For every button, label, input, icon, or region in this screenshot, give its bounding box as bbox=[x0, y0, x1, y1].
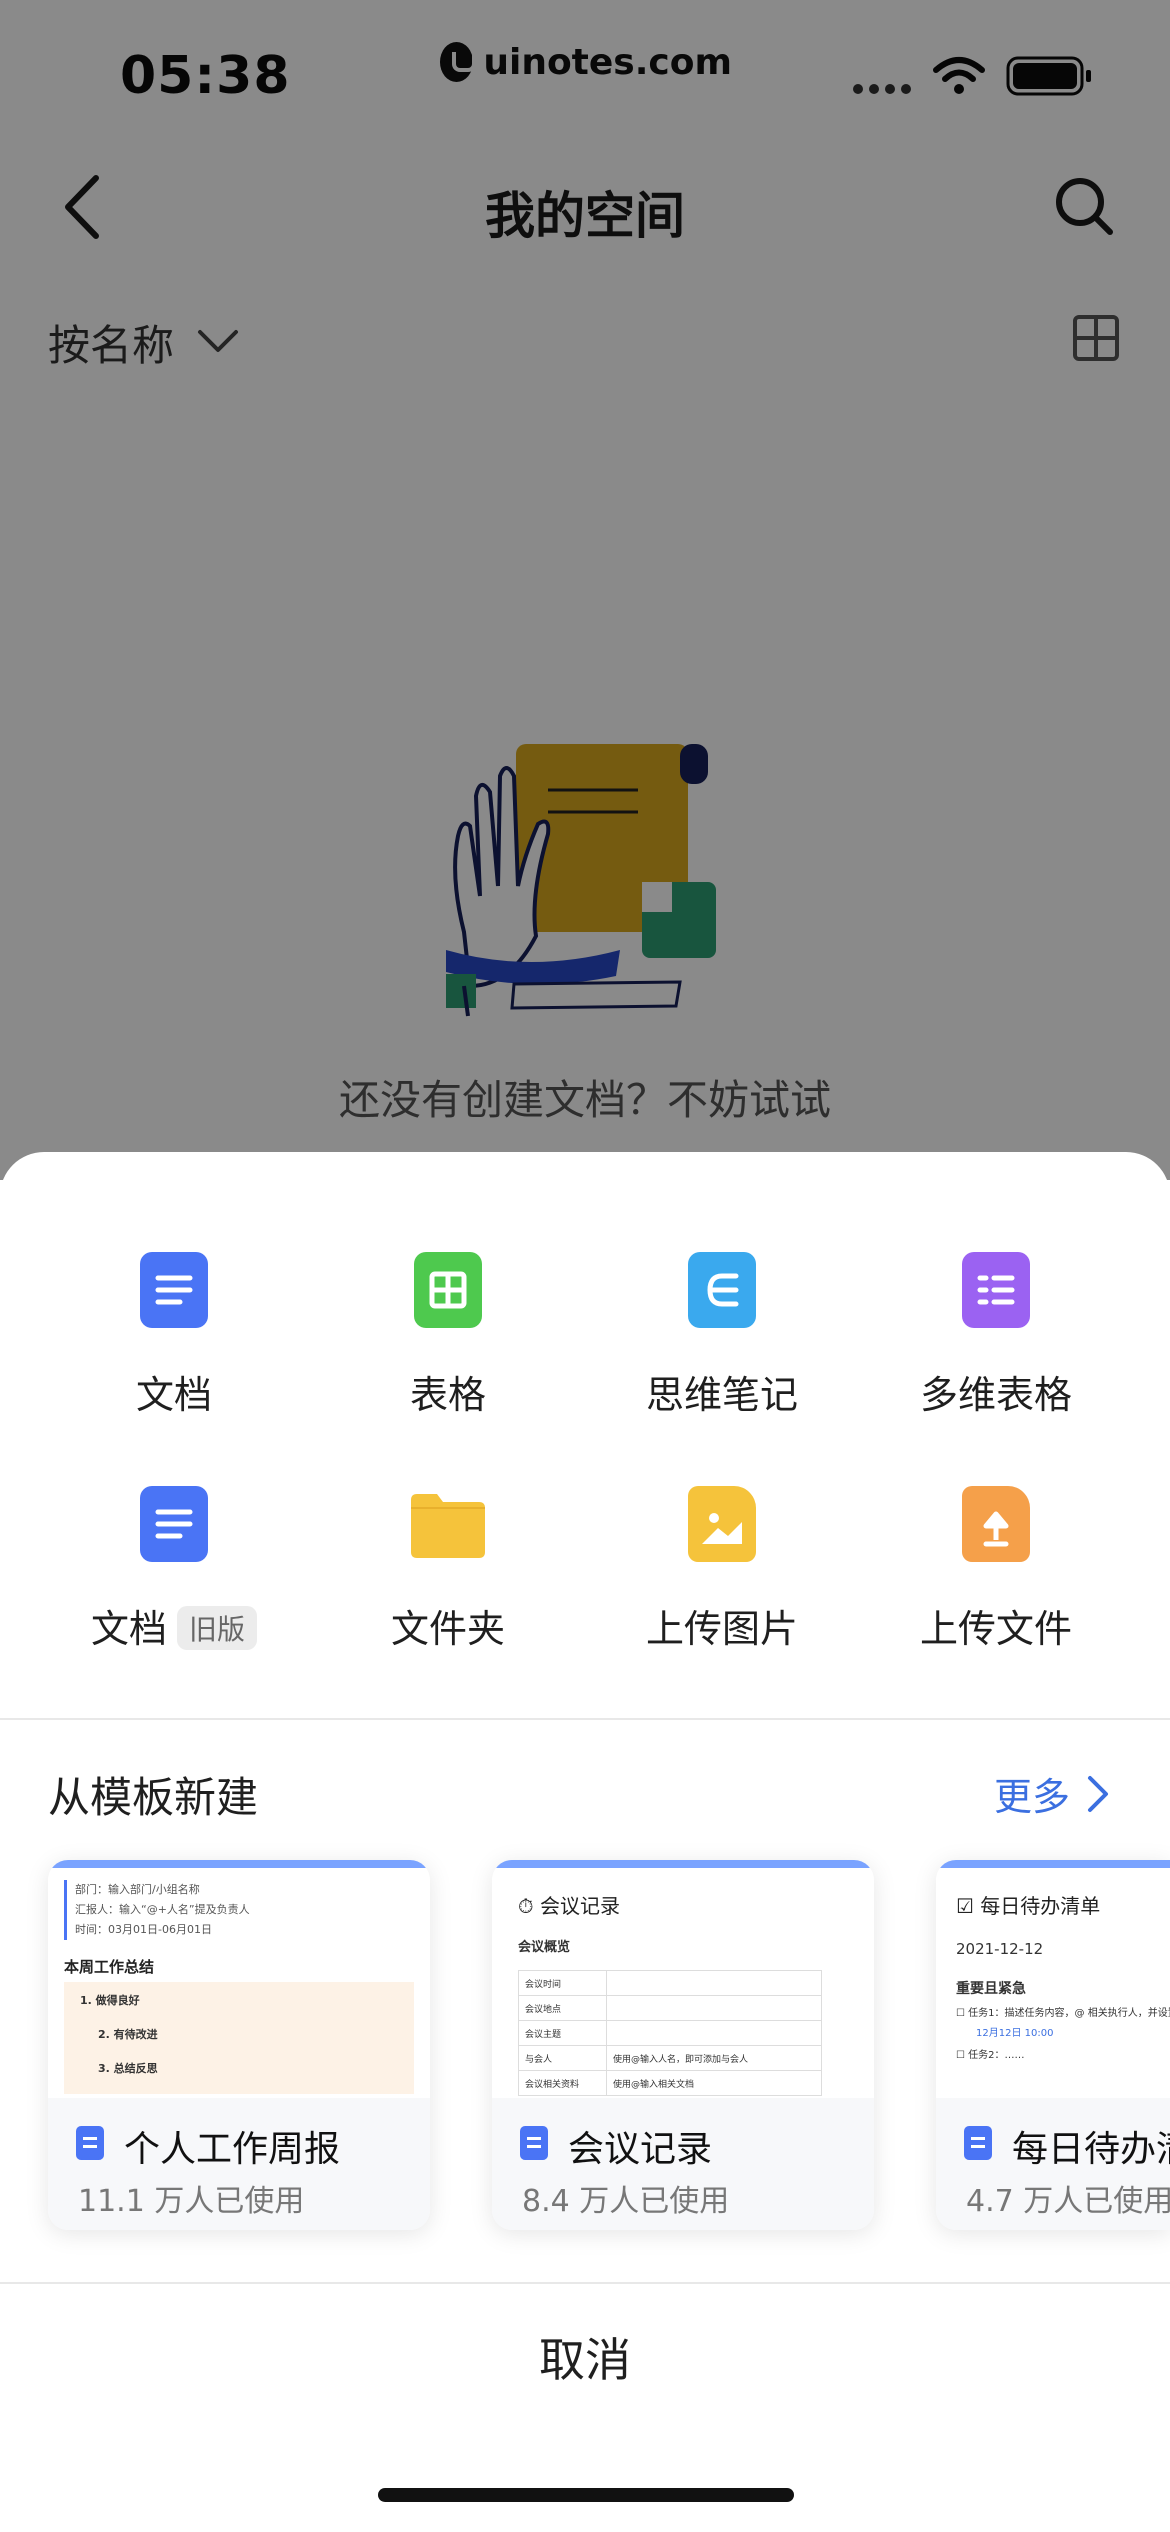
upload-file-button[interactable]: 上传文件 bbox=[850, 1486, 1142, 1653]
template-usage: 4.7 万人已使用 bbox=[966, 2184, 1170, 2219]
file-upload-icon bbox=[962, 1486, 1030, 1562]
create-sheet-button[interactable]: 表格 bbox=[302, 1252, 594, 1419]
create-doc-legacy-button[interactable]: 文档 旧版 bbox=[28, 1486, 320, 1653]
template-preview-weekly-report: 部门：输入部门/小组名称 汇报人：输入“@+人名”提及负责人 时间：03月01日… bbox=[48, 1868, 430, 2098]
cancel-button[interactable]: 取消 bbox=[0, 2324, 1170, 2390]
create-mindnote-button[interactable]: 思维笔记 bbox=[576, 1252, 868, 1419]
template-usage: 11.1 万人已使用 bbox=[78, 2184, 305, 2219]
template-name: 每日待办清单 bbox=[1012, 2129, 1170, 2170]
multi-table-icon bbox=[962, 1252, 1030, 1328]
template-name: 个人工作周报 bbox=[124, 2129, 341, 2170]
template-card-meeting-notes[interactable]: ⏱ 会议记录 会议概览 会议时间 会议地点 会议主题 与会人 使用@输入人名，即可… bbox=[492, 1860, 874, 2230]
template-preview-meeting-notes: ⏱ 会议记录 会议概览 会议时间 会议地点 会议主题 与会人 使用@输入人名，即可… bbox=[492, 1868, 874, 2098]
folder-icon bbox=[411, 1486, 485, 1562]
legacy-tag: 旧版 bbox=[177, 1606, 258, 1650]
home-indicator[interactable] bbox=[378, 2488, 794, 2502]
templates-more-link[interactable]: 更多 bbox=[994, 1766, 1070, 1821]
upload-image-button[interactable]: 上传图片 bbox=[576, 1486, 868, 1653]
more-link-label: 更多 bbox=[994, 1775, 1071, 1819]
image-upload-icon bbox=[688, 1486, 756, 1562]
create-folder-label: 文件夹 bbox=[390, 1607, 505, 1651]
sheet-icon bbox=[414, 1252, 482, 1328]
create-doc-label: 文档 bbox=[135, 1373, 212, 1417]
template-usage: 8.4 万人已使用 bbox=[522, 2184, 730, 2219]
doc-icon bbox=[140, 1252, 208, 1328]
create-sheet-label: 表格 bbox=[409, 1373, 486, 1417]
create-mindnote-label: 思维笔记 bbox=[645, 1373, 798, 1417]
mindmap-icon bbox=[688, 1252, 756, 1328]
create-folder-button[interactable]: 文件夹 bbox=[302, 1486, 594, 1653]
doc-icon bbox=[76, 2126, 104, 2160]
template-card-weekly-report[interactable]: 部门：输入部门/小组名称 汇报人：输入“@+人名”提及负责人 时间：03月01日… bbox=[48, 1860, 430, 2230]
chevron-right-icon[interactable] bbox=[1086, 1774, 1110, 1814]
upload-image-label: 上传图片 bbox=[645, 1607, 798, 1651]
template-card-daily-todo[interactable]: ☑ 每日待办清单 2021-12-12 重要且紧急 ☐ 任务1：描述任务内容，@… bbox=[936, 1860, 1170, 2230]
upload-file-label: 上传文件 bbox=[919, 1607, 1072, 1651]
section-divider bbox=[0, 1718, 1170, 1720]
create-doc-legacy-label: 文档 bbox=[90, 1607, 167, 1651]
doc-icon bbox=[520, 2126, 548, 2160]
doc-icon bbox=[964, 2126, 992, 2160]
doc-legacy-icon bbox=[140, 1486, 208, 1562]
modal-overlay[interactable] bbox=[0, 0, 1170, 1180]
create-multi-table-button[interactable]: 多维表格 bbox=[850, 1252, 1142, 1419]
templates-title: 从模板新建 bbox=[48, 1773, 259, 1822]
cancel-divider bbox=[0, 2282, 1170, 2284]
template-preview-daily-todo: ☑ 每日待办清单 2021-12-12 重要且紧急 ☐ 任务1：描述任务内容，@… bbox=[936, 1868, 1170, 2098]
create-multi-table-label: 多维表格 bbox=[919, 1373, 1072, 1417]
template-name: 会议记录 bbox=[568, 2129, 713, 2170]
create-doc-button[interactable]: 文档 bbox=[28, 1252, 320, 1419]
